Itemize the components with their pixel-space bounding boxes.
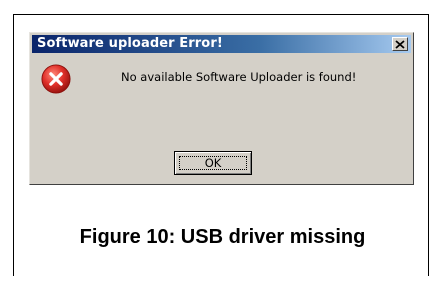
dialog-titlebar[interactable]: Software uploader Error! [32, 35, 411, 53]
close-icon [395, 39, 405, 49]
error-icon [41, 64, 71, 94]
close-button[interactable] [392, 37, 408, 51]
ok-button[interactable]: OK [174, 151, 252, 175]
dialog-title: Software uploader Error! [37, 36, 223, 51]
error-dialog: Software uploader Error! No available So… [29, 32, 414, 185]
figure-caption: Figure 10: USB driver missing [79, 226, 366, 248]
error-message: No available Software Uploader is found! [121, 70, 357, 84]
focus-rectangle [179, 156, 247, 170]
